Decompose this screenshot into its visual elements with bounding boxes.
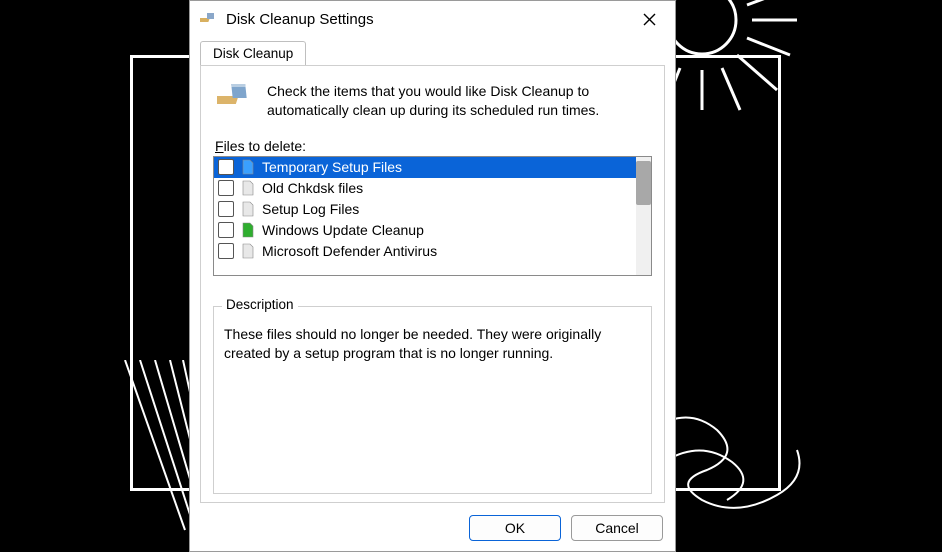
list-item-label: Windows Update Cleanup	[262, 222, 424, 238]
file-type-icon	[240, 222, 256, 238]
list-item-checkbox[interactable]	[218, 159, 234, 175]
list-item-checkbox[interactable]	[218, 180, 234, 196]
list-item[interactable]: Windows Update Cleanup	[214, 220, 636, 241]
tab-strip: Disk Cleanup	[190, 39, 675, 65]
list-item[interactable]: Setup Log Files	[214, 199, 636, 220]
list-item-label: Old Chkdsk files	[262, 180, 363, 196]
list-item-label: Temporary Setup Files	[262, 159, 402, 175]
file-type-icon	[240, 180, 256, 196]
files-listbox[interactable]: Temporary Setup Files Old Chkdsk files Set…	[213, 156, 652, 276]
list-item-checkbox[interactable]	[218, 222, 234, 238]
file-type-icon	[240, 159, 256, 175]
intro-row: Check the items that you would like Disk…	[217, 82, 648, 120]
title-bar: Disk Cleanup Settings	[190, 1, 675, 37]
list-item-label: Setup Log Files	[262, 201, 359, 217]
tab-disk-cleanup[interactable]: Disk Cleanup	[200, 41, 306, 65]
file-type-icon	[240, 243, 256, 259]
list-item[interactable]: Old Chkdsk files	[214, 178, 636, 199]
close-icon	[643, 13, 656, 26]
list-item-checkbox[interactable]	[218, 201, 234, 217]
tab-panel: Check the items that you would like Disk…	[200, 65, 665, 503]
intro-text: Check the items that you would like Disk…	[267, 82, 648, 120]
description-legend: Description	[222, 297, 298, 312]
close-button[interactable]	[631, 5, 667, 33]
dialog-button-row: OK Cancel	[190, 509, 675, 551]
file-type-icon	[240, 201, 256, 217]
ok-button[interactable]: OK	[469, 515, 561, 541]
description-group: Description These files should no longer…	[213, 306, 652, 494]
list-item-label: Microsoft Defender Antivirus	[262, 243, 437, 259]
cancel-button[interactable]: Cancel	[571, 515, 663, 541]
list-item[interactable]: Temporary Setup Files	[214, 157, 636, 178]
window-title: Disk Cleanup Settings	[226, 11, 631, 28]
scrollbar-thumb[interactable]	[636, 161, 651, 205]
disk-cleanup-icon	[200, 12, 218, 26]
listbox-scrollbar[interactable]	[636, 157, 651, 275]
disk-cleanup-settings-dialog: Disk Cleanup Settings Disk Cleanup Check…	[189, 0, 676, 552]
description-text: These files should no longer be needed. …	[224, 325, 641, 363]
list-item-checkbox[interactable]	[218, 243, 234, 259]
disk-cleanup-large-icon	[217, 82, 253, 112]
files-to-delete-label: Files to delete:	[215, 138, 652, 154]
list-item[interactable]: Microsoft Defender Antivirus	[214, 241, 636, 262]
